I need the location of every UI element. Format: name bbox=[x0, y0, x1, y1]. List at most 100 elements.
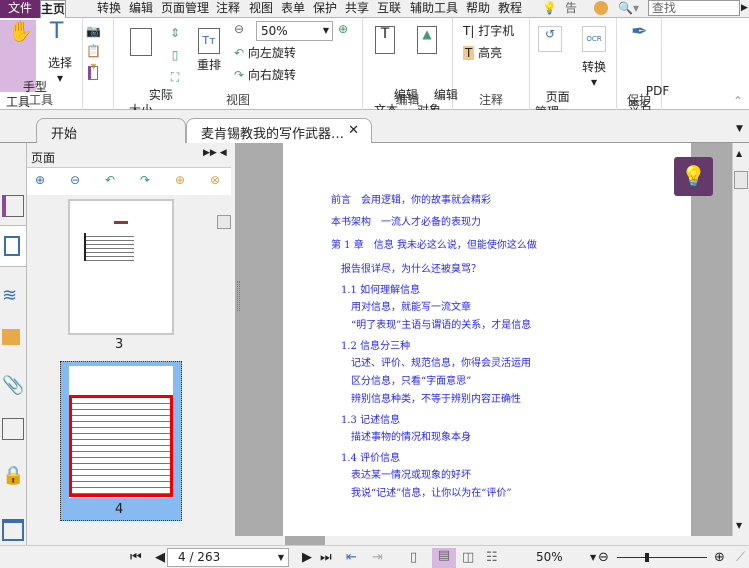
toc-line[interactable]: 记述、评价、规范信息，你得会灵活运用 bbox=[351, 354, 531, 369]
vertical-scrollbar[interactable]: ▲ ▼ bbox=[732, 143, 749, 536]
attachment-icon[interactable]: 📎 bbox=[2, 375, 24, 397]
delete-page-icon[interactable]: ⊗ bbox=[210, 173, 220, 187]
reflow-button[interactable]: Tт 重排 bbox=[194, 24, 224, 73]
heart-icon[interactable] bbox=[594, 1, 608, 15]
thumbnail-page-3[interactable] bbox=[68, 199, 174, 335]
toc-line[interactable]: 表达某一情况或现象的好坏 bbox=[351, 466, 471, 481]
hand-tool-button[interactable]: ✋ 手型 工具 bbox=[0, 20, 47, 109]
resize-grip-icon[interactable]: ⟋ bbox=[736, 550, 745, 565]
convert-button[interactable]: OCR 转换 ▾ bbox=[576, 24, 612, 90]
facing-page-icon[interactable]: ◫ bbox=[462, 550, 474, 565]
collapse-ribbon-icon[interactable]: ⌃ bbox=[733, 94, 743, 109]
form-icon[interactable] bbox=[2, 519, 24, 541]
zoom-slider-thumb[interactable] bbox=[645, 553, 649, 562]
tab-list-icon[interactable]: ▼ bbox=[736, 124, 743, 134]
visible-area-indicator[interactable] bbox=[69, 395, 173, 497]
tab-convert[interactable]: 转换 bbox=[97, 0, 121, 18]
tab-document[interactable]: 麦肯锡教我的写作武器… ✕ bbox=[186, 118, 372, 144]
reduce-thumbnails-icon[interactable]: ⊖ bbox=[70, 173, 80, 187]
lock-icon[interactable]: 🔒 bbox=[2, 465, 24, 487]
highlight-label: 高亮 bbox=[478, 46, 503, 60]
toc-line[interactable]: 区分信息，只看“字面意思” bbox=[351, 372, 471, 387]
bookmark-icon[interactable] bbox=[2, 195, 24, 217]
toc-line[interactable]: 前言 会用逻辑，你的故事就会精彩 bbox=[331, 191, 491, 206]
tab-view[interactable]: 视图 bbox=[249, 0, 273, 18]
tab-connect[interactable]: 互联 bbox=[377, 0, 401, 18]
scroll-thumb[interactable] bbox=[734, 171, 748, 189]
toc-line[interactable]: 1.4 评价信息 bbox=[341, 449, 400, 464]
layers-icon[interactable]: ≋ bbox=[2, 285, 24, 307]
continuous-page-icon[interactable]: ▤ bbox=[432, 548, 456, 568]
fit-icons[interactable]: ⇕ ▯ ⛶ bbox=[170, 22, 180, 88]
toc-line[interactable]: 我说“记述”信息，让你以为在“评价” bbox=[351, 484, 511, 499]
zoom-level[interactable]: 50% bbox=[536, 550, 563, 564]
page-management-button[interactable]: ↺ 页面 管理▾ bbox=[530, 24, 570, 120]
tab-start[interactable]: 开始 bbox=[36, 118, 186, 143]
toc-line[interactable]: 用对信息，就能写一流文章 bbox=[351, 298, 471, 313]
toc-line[interactable]: 报告很详尽，为什么还被臭骂？ bbox=[341, 260, 481, 275]
tab-comment[interactable]: 注释 bbox=[216, 0, 240, 18]
single-page-icon[interactable]: ▯ bbox=[410, 550, 417, 565]
rotate-left-button[interactable]: ↶ 向左旋转 bbox=[234, 46, 296, 61]
tab-protect[interactable]: 保护 bbox=[313, 0, 337, 18]
toc-line[interactable]: 描述事物的情况和现象本身 bbox=[351, 428, 471, 443]
tell-me[interactable]: 告诉 bbox=[565, 0, 587, 18]
expand-panel-icon[interactable]: ▶▶ ◀ bbox=[203, 148, 227, 158]
search-go-icon[interactable]: ▶ bbox=[741, 0, 748, 18]
pages-icon[interactable] bbox=[0, 225, 26, 267]
typewriter-button[interactable]: T| 打字机 bbox=[463, 24, 514, 39]
tab-help[interactable]: 帮助 bbox=[466, 0, 490, 18]
tab-page-management[interactable]: 页面管理 bbox=[161, 0, 209, 18]
rotate-page-left-icon[interactable]: ↶ bbox=[105, 173, 115, 187]
snapshot-icon[interactable]: 📷 bbox=[86, 24, 101, 39]
continuous-facing-icon[interactable]: ☷ bbox=[486, 550, 498, 565]
signature-icon[interactable] bbox=[2, 418, 24, 440]
close-tab-icon[interactable]: ✕ bbox=[348, 123, 359, 138]
tab-tutorial[interactable]: 教程 bbox=[498, 0, 522, 18]
next-view-icon[interactable]: ⇥ bbox=[372, 550, 383, 565]
tips-lightbulb-button[interactable]: 💡 bbox=[674, 157, 713, 196]
tab-edit[interactable]: 编辑 bbox=[129, 0, 153, 18]
zoom-dropdown-icon[interactable]: ▼ bbox=[590, 553, 596, 562]
toc-line[interactable]: 第 1 章 信息 我未必这么说，但能使你这么做 bbox=[331, 236, 537, 251]
lightbulb-icon[interactable]: 💡 bbox=[542, 0, 557, 18]
highlight-button[interactable]: T 高亮 bbox=[463, 46, 502, 61]
select-button[interactable]: T 选择 ▾ bbox=[44, 20, 76, 86]
tab-accessibility[interactable]: 辅助工具 bbox=[410, 0, 458, 18]
toc-line[interactable]: 1.1 如何理解信息 bbox=[341, 281, 420, 296]
zoom-select[interactable]: 50% ▼ bbox=[256, 21, 333, 41]
previous-page-icon[interactable]: ◀ bbox=[155, 550, 165, 565]
last-page-icon[interactable]: ⏭ bbox=[320, 550, 332, 565]
horizontal-scrollbar[interactable] bbox=[235, 536, 732, 545]
toc-line[interactable]: 辨别信息种类，不等于辨别内容正确性 bbox=[351, 390, 521, 405]
enlarge-thumbnails-icon[interactable]: ⊕ bbox=[35, 173, 45, 187]
zoom-in-icon[interactable]: ⊕ bbox=[338, 22, 348, 37]
toc-line[interactable]: 1.2 信息分三种 bbox=[341, 337, 410, 352]
thumbnail-scrollbar[interactable] bbox=[216, 195, 232, 525]
next-page-icon[interactable]: ▶ bbox=[302, 550, 312, 565]
bookmark-page-icon[interactable] bbox=[88, 66, 98, 80]
search-input[interactable]: 查找 bbox=[648, 0, 740, 16]
tab-home[interactable]: 主页 bbox=[40, 0, 66, 19]
panel-resize-handle[interactable] bbox=[237, 281, 240, 311]
group-label-comment: 注释 bbox=[478, 93, 503, 107]
toc-line[interactable]: “明了表现”主语与谓语的关系，才是信息 bbox=[351, 316, 531, 331]
insert-page-icon[interactable]: ⊕ bbox=[175, 173, 185, 187]
toc-line[interactable]: 1.3 记述信息 bbox=[341, 411, 400, 426]
rotate-page-right-icon[interactable]: ↷ bbox=[140, 173, 150, 187]
tab-form[interactable]: 表单 bbox=[281, 0, 305, 18]
zoom-in-button[interactable]: ⊕ bbox=[714, 550, 725, 565]
thumbnail-page-4-selected[interactable]: 4 bbox=[60, 361, 182, 521]
zoom-slider[interactable] bbox=[617, 553, 707, 562]
first-page-icon[interactable]: ⏮ bbox=[130, 550, 142, 565]
toc-line[interactable]: 本书架构 一流人才必备的表现力 bbox=[331, 213, 481, 228]
rotate-right-button[interactable]: ↷ 向右旋转 bbox=[234, 68, 296, 83]
zoom-out-button[interactable]: ⊖ bbox=[598, 550, 609, 565]
search-options-icon[interactable]: 🔍▾ bbox=[618, 0, 639, 18]
previous-view-icon[interactable]: ⇤ bbox=[346, 550, 357, 565]
page-number-input[interactable]: 4 / 263 ▼ bbox=[167, 548, 289, 567]
tab-share[interactable]: 共享 bbox=[345, 0, 369, 18]
file-menu[interactable]: 文件 bbox=[0, 0, 40, 18]
zoom-out-icon[interactable]: ⊖ bbox=[234, 22, 244, 37]
comments-icon[interactable] bbox=[2, 329, 20, 345]
